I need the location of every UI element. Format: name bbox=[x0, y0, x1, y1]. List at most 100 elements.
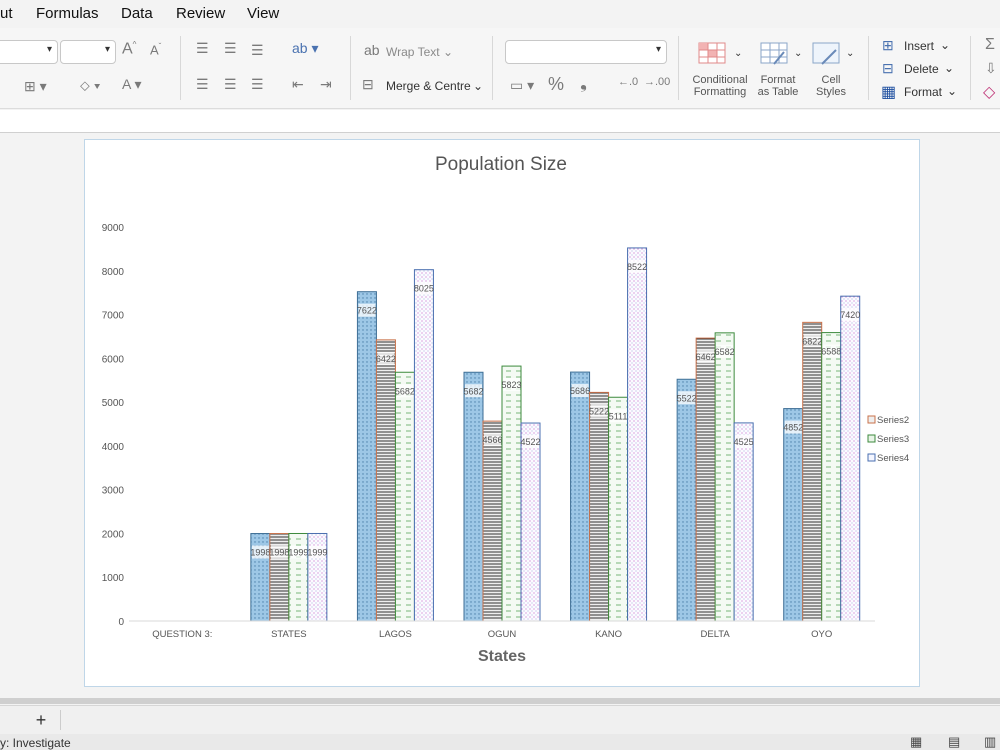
font-color-icon[interactable]: A ▾ bbox=[122, 76, 142, 93]
ribbon-separator bbox=[492, 36, 493, 100]
bar bbox=[783, 408, 804, 622]
chevron-down-icon: ⌄ bbox=[940, 38, 951, 52]
increase-indent-icon[interactable]: ⇥ bbox=[320, 76, 332, 93]
data-label: 4852 bbox=[783, 423, 803, 433]
status-bar: y: Investigate ▦ ▤ ▥ bbox=[0, 734, 1000, 750]
bar bbox=[413, 269, 434, 622]
chevron-down-icon: ⌄ bbox=[734, 48, 743, 59]
y-tick-label: 4000 bbox=[102, 442, 125, 453]
status-text: y: Investigate bbox=[0, 736, 71, 750]
autosum-icon[interactable]: Σ bbox=[985, 36, 995, 54]
decrease-decimal-icon[interactable]: ←.0 bbox=[618, 76, 638, 88]
increase-font-icon[interactable]: A^ bbox=[122, 40, 136, 58]
comma-button[interactable]: ❟ bbox=[580, 72, 587, 93]
page-layout-icon[interactable]: ▤ bbox=[948, 734, 960, 750]
chart-svg: Population Size 0 1000 2000 3000 4000 5000 600… bbox=[102, 154, 909, 665]
y-tick-label: 2000 bbox=[102, 529, 125, 540]
menu-view[interactable]: View bbox=[247, 5, 279, 22]
menu-formulas[interactable]: Formulas bbox=[36, 5, 99, 22]
chevron-down-icon: ⌄ bbox=[846, 48, 855, 59]
insert-cells-icon: ⊞ bbox=[882, 37, 894, 53]
cell-styles-button[interactable]: Cell Styles bbox=[806, 74, 856, 98]
merge-centre-icon: ⊟ bbox=[362, 76, 374, 92]
bar bbox=[482, 420, 503, 622]
ribbon-separator bbox=[350, 36, 351, 100]
conditional-formatting-button[interactable]: Conditional Formatting bbox=[690, 74, 750, 98]
ribbon-separator bbox=[678, 36, 679, 100]
number-format-dropdown[interactable]: ▾ bbox=[505, 40, 667, 64]
data-label: 5222 bbox=[589, 406, 609, 416]
chevron-down-icon: ▾ bbox=[46, 44, 52, 55]
x-tick-label: OGUN bbox=[488, 629, 517, 640]
increase-decimal-icon[interactable]: →.00 bbox=[644, 76, 670, 88]
legend-label: Series3 bbox=[877, 434, 909, 445]
ribbon-separator bbox=[180, 36, 181, 100]
page-break-icon[interactable]: ▥ bbox=[984, 734, 996, 750]
legend-swatch bbox=[867, 415, 876, 424]
currency-icon[interactable]: ▭ ▾ bbox=[510, 77, 534, 94]
orientation-icon[interactable]: ab ▾ bbox=[292, 40, 319, 57]
percent-button[interactable]: % bbox=[548, 74, 564, 95]
data-label: 5111 bbox=[609, 411, 628, 421]
menu-review[interactable]: Review bbox=[176, 5, 225, 22]
fill-color-icon[interactable]: ⬦ ▾ bbox=[80, 77, 101, 94]
data-label: 1999 bbox=[288, 547, 308, 557]
delete-button[interactable]: Delete bbox=[904, 62, 939, 76]
menu-data[interactable]: Data bbox=[121, 5, 153, 22]
merge-centre-button[interactable]: Merge & Centre bbox=[386, 79, 471, 93]
align-center-icon[interactable]: ☰ bbox=[224, 76, 237, 93]
align-top-icon[interactable]: ☰ bbox=[196, 40, 209, 57]
formula-bar[interactable] bbox=[0, 110, 1000, 133]
menu-layout[interactable]: ut bbox=[0, 5, 13, 22]
decrease-indent-icon[interactable]: ⇤ bbox=[292, 76, 304, 93]
data-label: 5682 bbox=[395, 386, 415, 396]
wrap-text-button[interactable]: Wrap Text bbox=[386, 45, 440, 59]
font-name-dropdown[interactable]: ▾ bbox=[0, 40, 58, 64]
align-right-icon[interactable]: ☰ bbox=[251, 76, 264, 93]
bar bbox=[627, 247, 648, 622]
bar bbox=[501, 365, 522, 622]
data-label: 6822 bbox=[802, 336, 822, 346]
add-sheet-button[interactable]: + bbox=[26, 709, 56, 731]
borders-icon[interactable]: ⊞ ▾ bbox=[24, 78, 47, 95]
data-label: 5522 bbox=[677, 393, 697, 403]
align-left-icon[interactable]: ☰ bbox=[196, 76, 209, 93]
data-label: 5682 bbox=[463, 386, 483, 396]
chevron-down-icon: ⌄ bbox=[473, 79, 484, 93]
y-tick-label: 8000 bbox=[102, 267, 125, 278]
data-label: 4522 bbox=[520, 437, 540, 447]
bar bbox=[589, 391, 610, 622]
format-button[interactable]: Format bbox=[904, 85, 942, 99]
normal-view-icon[interactable]: ▦ bbox=[910, 734, 922, 750]
bar bbox=[570, 371, 591, 622]
x-tick-label: LAGOS bbox=[379, 629, 412, 640]
align-middle-icon[interactable]: ☰ bbox=[224, 40, 237, 57]
clear-icon[interactable]: ◇ bbox=[983, 82, 995, 102]
data-label: 4566 bbox=[482, 435, 502, 445]
ribbon: ▾ ▾ A^ Aˇ ⊞ ▾ ⬦ ▾ A ▾ ☰ ☰ ☰ ab ▾ ☰ ☰ ☰ ⇤… bbox=[0, 28, 1000, 109]
horizontal-scrollbar[interactable] bbox=[0, 698, 1000, 704]
data-label: 6422 bbox=[376, 354, 396, 364]
format-as-table-icon bbox=[760, 42, 788, 65]
font-size-dropdown[interactable]: ▾ bbox=[60, 40, 116, 64]
bar bbox=[375, 339, 396, 622]
data-label: 6582 bbox=[715, 347, 735, 357]
insert-button[interactable]: Insert bbox=[904, 39, 934, 53]
format-as-table-button[interactable]: Format as Table bbox=[752, 74, 804, 98]
data-label: 4525 bbox=[734, 437, 754, 447]
chart-area[interactable]: Population Size 0 1000 2000 3000 4000 5000 600… bbox=[84, 139, 920, 687]
y-tick-label: 3000 bbox=[102, 486, 125, 497]
align-bottom-icon[interactable]: ☰ bbox=[251, 42, 264, 59]
x-tick-label: STATES bbox=[271, 629, 307, 640]
wrap-text-icon: ab bbox=[364, 42, 380, 58]
data-label: 1998 bbox=[269, 548, 289, 558]
legend-swatch bbox=[867, 453, 876, 462]
format-cells-icon: ▦ bbox=[881, 84, 897, 101]
bar bbox=[733, 422, 754, 622]
bar bbox=[608, 396, 629, 622]
fill-icon[interactable]: ⇩ bbox=[985, 60, 997, 77]
data-label: 8025 bbox=[414, 284, 434, 294]
bar bbox=[520, 422, 541, 622]
decrease-font-icon[interactable]: Aˇ bbox=[150, 42, 161, 57]
ribbon-separator bbox=[868, 36, 869, 100]
